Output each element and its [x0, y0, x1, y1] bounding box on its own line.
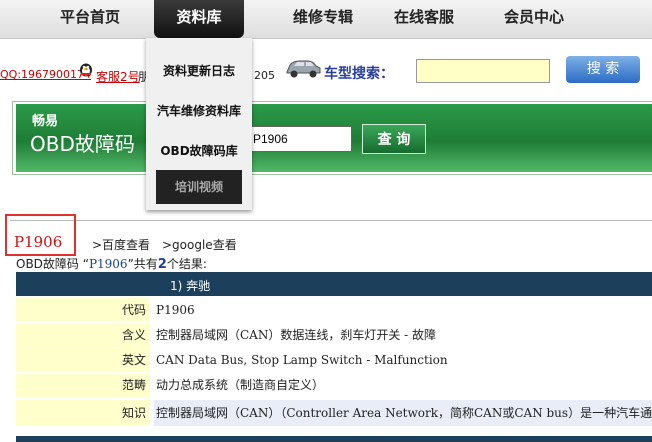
- nav-repair-album[interactable]: 维修专辑: [264, 0, 382, 38]
- row-label: 知识: [16, 400, 150, 426]
- row-value: 控制器局域网（CAN）数据连线，刹车灯开关 - 故障: [156, 328, 437, 342]
- summary-code: P1906: [88, 257, 128, 271]
- dropdown-repair-library[interactable]: 汽车维修资料库: [146, 102, 252, 119]
- query-button[interactable]: 查 询: [362, 124, 426, 154]
- dropdown-update-log[interactable]: 资料更新日志: [146, 62, 252, 79]
- result-row-knowledge: 知识 控制器局域网（CAN）（Controller Area Network，简…: [16, 400, 652, 426]
- top-nav: 平台首页 资料库 维修专辑 在线客服 会员中心: [0, 0, 652, 39]
- banner: 畅易 OBD故障码 查 询: [16, 104, 652, 172]
- google-link[interactable]: >google查看: [162, 236, 237, 253]
- result-section-header: 1) 奔驰: [16, 272, 652, 296]
- car-search-input[interactable]: [416, 59, 550, 83]
- library-dropdown: 资料更新日志 汽车维修资料库 OBD故障码库 培训视频: [146, 38, 252, 210]
- section-title: 1) 奔驰: [170, 279, 211, 293]
- sub-bar: QQ:1967900174 客服2号 朋 205 车型搜索： 搜 索: [0, 39, 652, 97]
- row-label: 范畴: [16, 373, 150, 397]
- partial-number: 205: [254, 69, 275, 82]
- car-icon: [284, 56, 322, 80]
- row-value: CAN Data Bus, Stop Lamp Switch - Malfunc…: [156, 353, 448, 367]
- dropdown-training-video[interactable]: 培训视频: [156, 170, 242, 204]
- summary-mid: ”共有: [127, 257, 158, 271]
- row-label: 英文: [16, 348, 150, 372]
- car-search-label: 车型搜索：: [324, 66, 394, 82]
- result-summary: OBD故障码 “P1906”共有2个结果:: [16, 255, 207, 272]
- dropdown-obd-library[interactable]: OBD故障码库: [146, 142, 252, 159]
- banner-big-title: OBD故障码: [30, 132, 135, 156]
- summary-suffix: 个结果:: [166, 257, 207, 271]
- row-label: 含义: [16, 323, 150, 347]
- result-row-category: 范畴 动力总成系统（制造商自定义）: [16, 373, 652, 397]
- separator: [10, 220, 652, 221]
- summary-count: 2: [157, 257, 167, 272]
- row-value: 动力总成系统（制造商自定义）: [156, 378, 325, 392]
- next-section-header: [16, 436, 652, 442]
- nav-library[interactable]: 资料库: [154, 0, 244, 38]
- code-search-input[interactable]: [248, 126, 352, 152]
- result-code: P1906: [14, 233, 63, 251]
- nav-home[interactable]: 平台首页: [40, 0, 140, 38]
- row-value: 控制器局域网（CAN）（Controller Area Network，简称CA…: [154, 400, 652, 426]
- result-row-meaning: 含义 控制器局域网（CAN）数据连线，刹车灯开关 - 故障: [16, 323, 652, 347]
- nav-online-service[interactable]: 在线客服: [374, 0, 474, 38]
- result-row-code: 代码 P1906: [16, 298, 652, 322]
- summary-prefix: OBD故障码 “: [16, 257, 89, 271]
- search-button[interactable]: 搜 索: [566, 56, 640, 83]
- banner-small-title: 畅易: [32, 114, 59, 129]
- baidu-link[interactable]: >百度查看: [92, 236, 150, 253]
- result-row-english: 英文 CAN Data Bus, Stop Lamp Switch - Malf…: [16, 348, 652, 372]
- kefu-link[interactable]: 客服2号: [96, 68, 140, 85]
- row-label: 代码: [16, 298, 150, 322]
- nav-member-center[interactable]: 会员中心: [484, 0, 584, 38]
- qq-penguin-icon: [78, 61, 94, 77]
- row-value: P1906: [156, 303, 195, 317]
